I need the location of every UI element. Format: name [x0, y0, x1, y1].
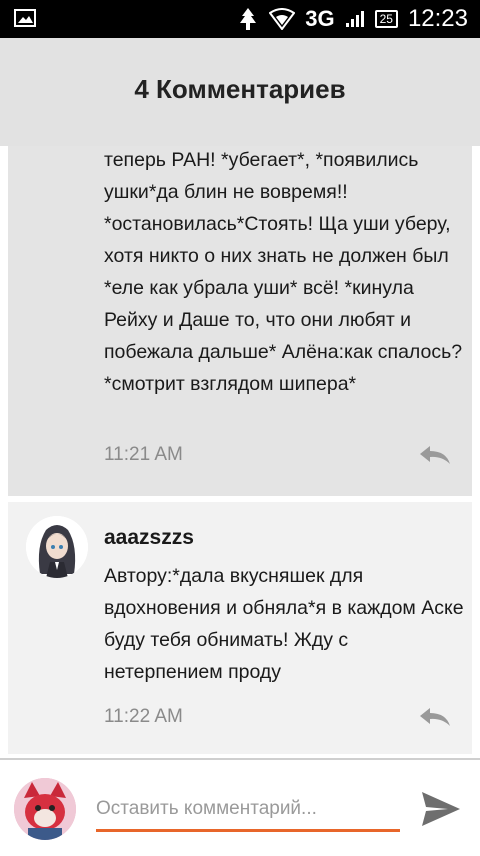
comment-time: 11:22 AM [104, 706, 183, 727]
gallery-icon [14, 9, 36, 27]
comment-item: теперь РАН! *убегает*, *появились ушки*д… [8, 146, 472, 496]
tree-icon [240, 8, 257, 30]
battery-icon: 25 [374, 10, 398, 28]
comment-input-wrapper [96, 788, 400, 840]
avatar[interactable] [26, 516, 88, 578]
comment-text: Автору:*дала вкусняшек для вдохновения и… [104, 565, 464, 683]
reply-icon[interactable] [418, 706, 452, 728]
send-icon[interactable] [420, 790, 462, 828]
comment-input[interactable] [96, 788, 400, 830]
status-bar: 3G 25 12:23 [0, 0, 480, 38]
avatar [14, 778, 76, 840]
clock: 12:23 [407, 5, 468, 32]
input-underline [96, 829, 400, 832]
signal-icon [345, 11, 364, 27]
page-title: 4 Комментариев [134, 74, 346, 104]
reply-icon[interactable] [418, 444, 452, 466]
comment-item: aaazszzs Автору:*дала вкусняшек для вдох… [8, 502, 472, 754]
wifi-icon [269, 8, 296, 30]
comment-time: 11:21 AM [104, 444, 183, 465]
comment-list[interactable]: теперь РАН! *убегает*, *появились ушки*д… [0, 146, 480, 758]
network-type: 3G [305, 6, 335, 31]
header: 4 Комментариев [0, 38, 480, 146]
comment-text: теперь РАН! *убегает*, *появились ушки*д… [104, 149, 463, 395]
comment-composer [0, 758, 480, 856]
comment-author[interactable]: aaazszzs [104, 526, 194, 550]
